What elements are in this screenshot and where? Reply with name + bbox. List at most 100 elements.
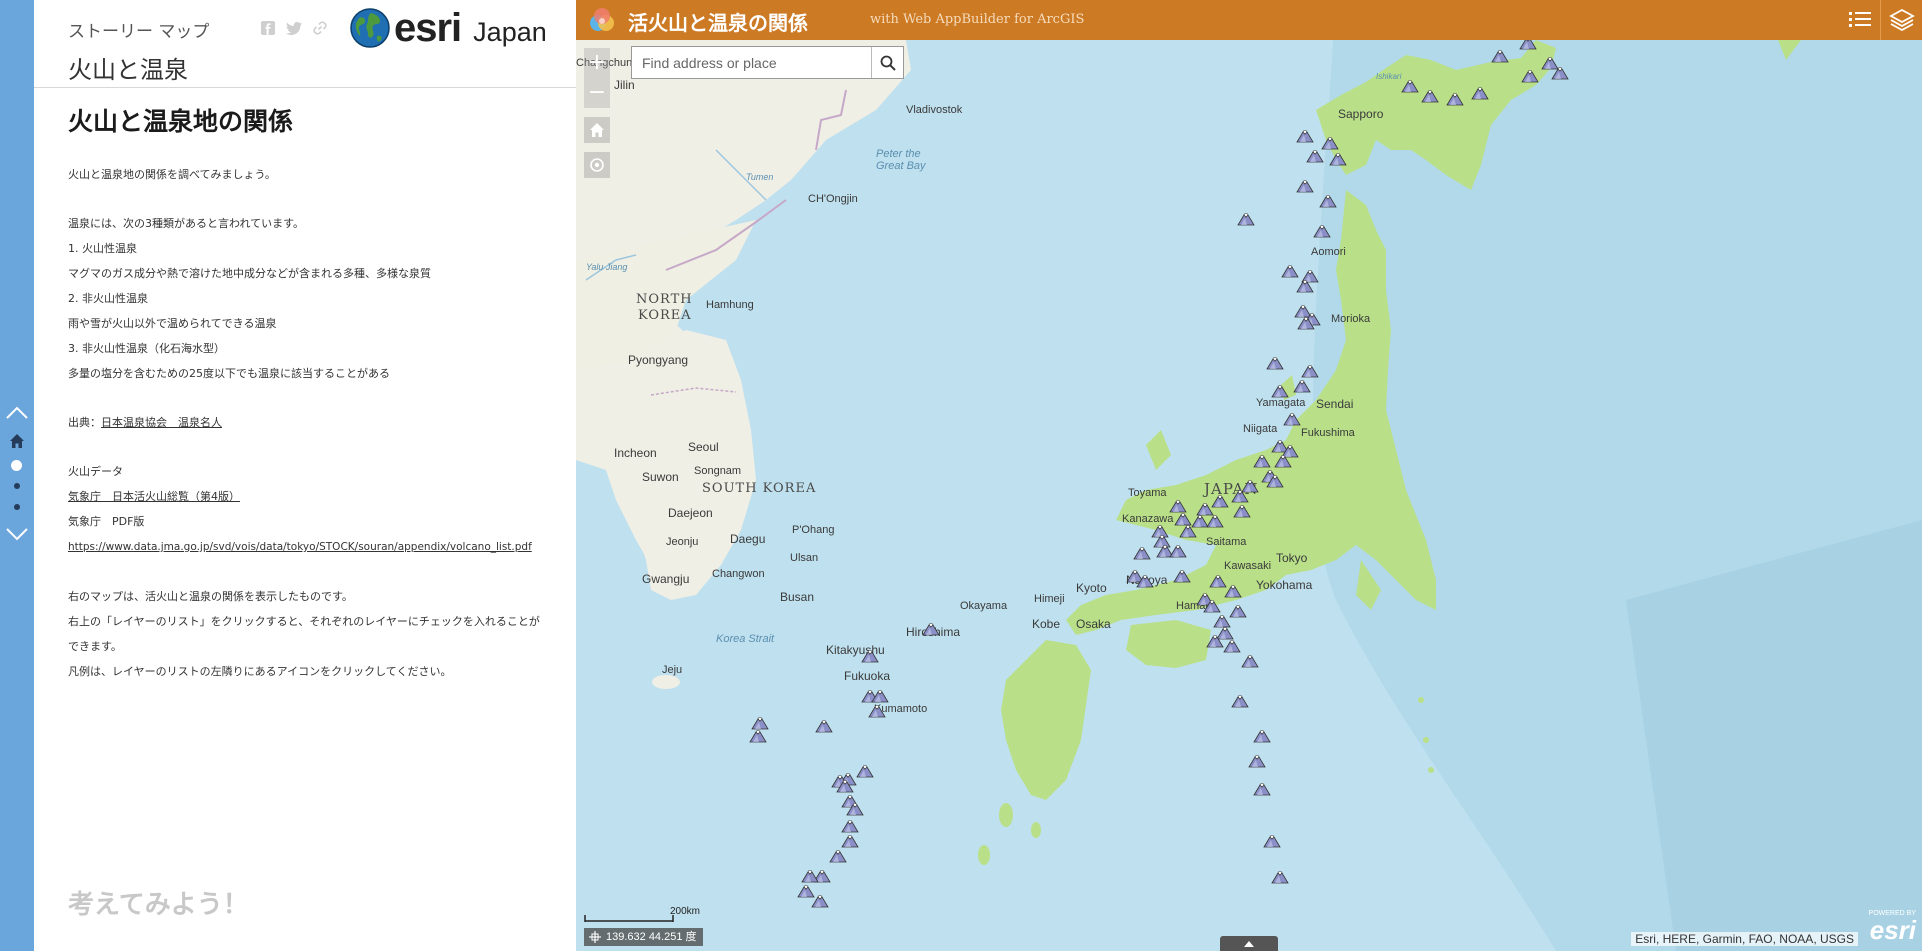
- volcano-marker[interactable]: [1296, 128, 1314, 143]
- volcano-marker[interactable]: [1297, 315, 1315, 330]
- volcano-marker[interactable]: [1281, 263, 1299, 278]
- volcano-marker[interactable]: [1253, 453, 1271, 468]
- nav-dot-1[interactable]: [11, 460, 22, 471]
- volcano-marker[interactable]: [1233, 503, 1251, 518]
- volcano-marker[interactable]: [1231, 693, 1249, 708]
- volcano-marker[interactable]: [922, 621, 940, 636]
- home-extent-button[interactable]: [584, 117, 610, 143]
- volcano-marker[interactable]: [815, 718, 833, 733]
- volcano-marker[interactable]: [829, 848, 847, 863]
- label-fukuoka: Fukuoka: [844, 669, 891, 683]
- volcano-marker[interactable]: [1241, 653, 1259, 668]
- volcano-marker[interactable]: [1491, 48, 1509, 63]
- volcano-marker[interactable]: [1231, 488, 1249, 503]
- jma-souran-link[interactable]: 気象庁 日本活火山総覧（第4版）: [68, 490, 240, 503]
- label-great-bay: Great Bay: [876, 160, 926, 172]
- volcano-marker[interactable]: [1133, 545, 1151, 560]
- volcano-marker[interactable]: [1293, 378, 1311, 393]
- home-icon[interactable]: [9, 433, 25, 449]
- volcano-marker[interactable]: [1446, 91, 1464, 106]
- volcano-marker[interactable]: [1206, 513, 1224, 528]
- volcano-marker[interactable]: [1271, 383, 1289, 398]
- volcano-marker[interactable]: [1306, 148, 1324, 163]
- volcano-marker[interactable]: [841, 833, 859, 848]
- text-type2-desc: 雨や雪が火山以外で温められてできる温泉: [68, 317, 277, 330]
- volcano-marker[interactable]: [1296, 178, 1314, 193]
- volcano-marker[interactable]: [1174, 511, 1192, 526]
- label-morioka: Morioka: [1331, 313, 1371, 325]
- label-niigata: Niigata: [1243, 423, 1278, 435]
- my-location-button[interactable]: [584, 152, 610, 178]
- volcano-marker[interactable]: [836, 778, 854, 793]
- volcano-marker[interactable]: [1248, 753, 1266, 768]
- volcano-marker[interactable]: [1136, 573, 1154, 588]
- volcano-marker[interactable]: [1329, 151, 1347, 166]
- volcano-marker[interactable]: [1421, 88, 1439, 103]
- volcano-marker[interactable]: [1224, 583, 1242, 598]
- text-type1-title: 1. 火山性温泉: [68, 242, 137, 255]
- label-north-korea-2: KOREA: [638, 308, 692, 323]
- volcano-marker[interactable]: [1173, 568, 1191, 583]
- volcano-marker[interactable]: [861, 648, 879, 663]
- volcano-list-pdf-link[interactable]: https://www.data.jma.go.jp/svd/vois/data…: [68, 541, 532, 553]
- volcano-marker[interactable]: [1266, 355, 1284, 370]
- attribute-panel-toggle[interactable]: [1220, 936, 1278, 951]
- volcano-marker[interactable]: [846, 801, 864, 816]
- volcano-marker[interactable]: [1301, 363, 1319, 378]
- volcano-marker[interactable]: [1401, 78, 1419, 93]
- volcano-marker[interactable]: [1169, 498, 1187, 513]
- zoom-in-button[interactable]: +: [584, 48, 610, 78]
- nav-dot-3[interactable]: [14, 504, 20, 510]
- volcano-marker[interactable]: [1223, 638, 1241, 653]
- volcano-marker[interactable]: [1203, 598, 1221, 613]
- volcano-marker[interactable]: [841, 818, 859, 833]
- source-link[interactable]: 日本温泉協会 温泉名人: [101, 416, 222, 429]
- coordinate-readout[interactable]: 139.632 44.251 度: [584, 928, 703, 946]
- volcano-marker[interactable]: [1271, 869, 1289, 884]
- nav-up-icon[interactable]: [6, 405, 28, 421]
- next-section-title[interactable]: 考えてみよう！: [68, 884, 249, 921]
- volcano-marker[interactable]: [1313, 223, 1331, 238]
- volcano-marker[interactable]: [871, 688, 889, 703]
- volcano-marker[interactable]: [1266, 473, 1284, 488]
- volcano-marker[interactable]: [1321, 135, 1339, 150]
- powered-by-esri[interactable]: POWERED BY esri: [1860, 910, 1916, 948]
- volcano-marker[interactable]: [1253, 781, 1271, 796]
- crosshair-icon: [589, 931, 601, 943]
- layer-list-icon[interactable]: [1888, 6, 1916, 34]
- search-button[interactable]: [871, 47, 903, 78]
- volcano-marker[interactable]: [751, 715, 769, 730]
- volcano-marker[interactable]: [797, 883, 815, 898]
- volcano-marker[interactable]: [1263, 833, 1281, 848]
- volcano-marker[interactable]: [1319, 193, 1337, 208]
- map-view[interactable]: Jilin Changchun Vladivostok Peter the Gr…: [576, 0, 1922, 951]
- twitter-icon[interactable]: [286, 20, 302, 36]
- link-icon[interactable]: [312, 20, 328, 36]
- volcano-marker[interactable]: [1169, 543, 1187, 558]
- volcano-marker[interactable]: [1229, 603, 1247, 618]
- volcano-marker[interactable]: [868, 703, 886, 718]
- volcano-marker[interactable]: [1237, 211, 1255, 226]
- volcano-marker[interactable]: [1551, 65, 1569, 80]
- facebook-icon[interactable]: [260, 20, 276, 36]
- search-input[interactable]: [632, 47, 871, 78]
- volcano-marker[interactable]: [856, 763, 874, 778]
- zoom-control: + −: [584, 48, 610, 108]
- volcano-marker[interactable]: [1521, 68, 1539, 83]
- text-volcano-data: 火山データ: [68, 465, 123, 478]
- volcano-marker[interactable]: [1283, 411, 1301, 426]
- nav-dot-2[interactable]: [14, 483, 20, 489]
- label-kyoto: Kyoto: [1076, 581, 1107, 595]
- volcano-marker[interactable]: [749, 728, 767, 743]
- volcano-marker[interactable]: [1206, 633, 1224, 648]
- volcano-marker[interactable]: [1274, 453, 1292, 468]
- nav-down-icon[interactable]: [6, 528, 28, 544]
- legend-icon[interactable]: [1846, 6, 1874, 34]
- esri-japan-logo[interactable]: esri Japan: [350, 6, 547, 50]
- volcano-marker[interactable]: [1296, 278, 1314, 293]
- volcano-marker[interactable]: [1471, 85, 1489, 100]
- zoom-out-button[interactable]: −: [584, 78, 610, 108]
- label-kobe: Kobe: [1032, 617, 1061, 631]
- volcano-marker[interactable]: [1253, 728, 1271, 743]
- volcano-marker[interactable]: [801, 868, 819, 883]
